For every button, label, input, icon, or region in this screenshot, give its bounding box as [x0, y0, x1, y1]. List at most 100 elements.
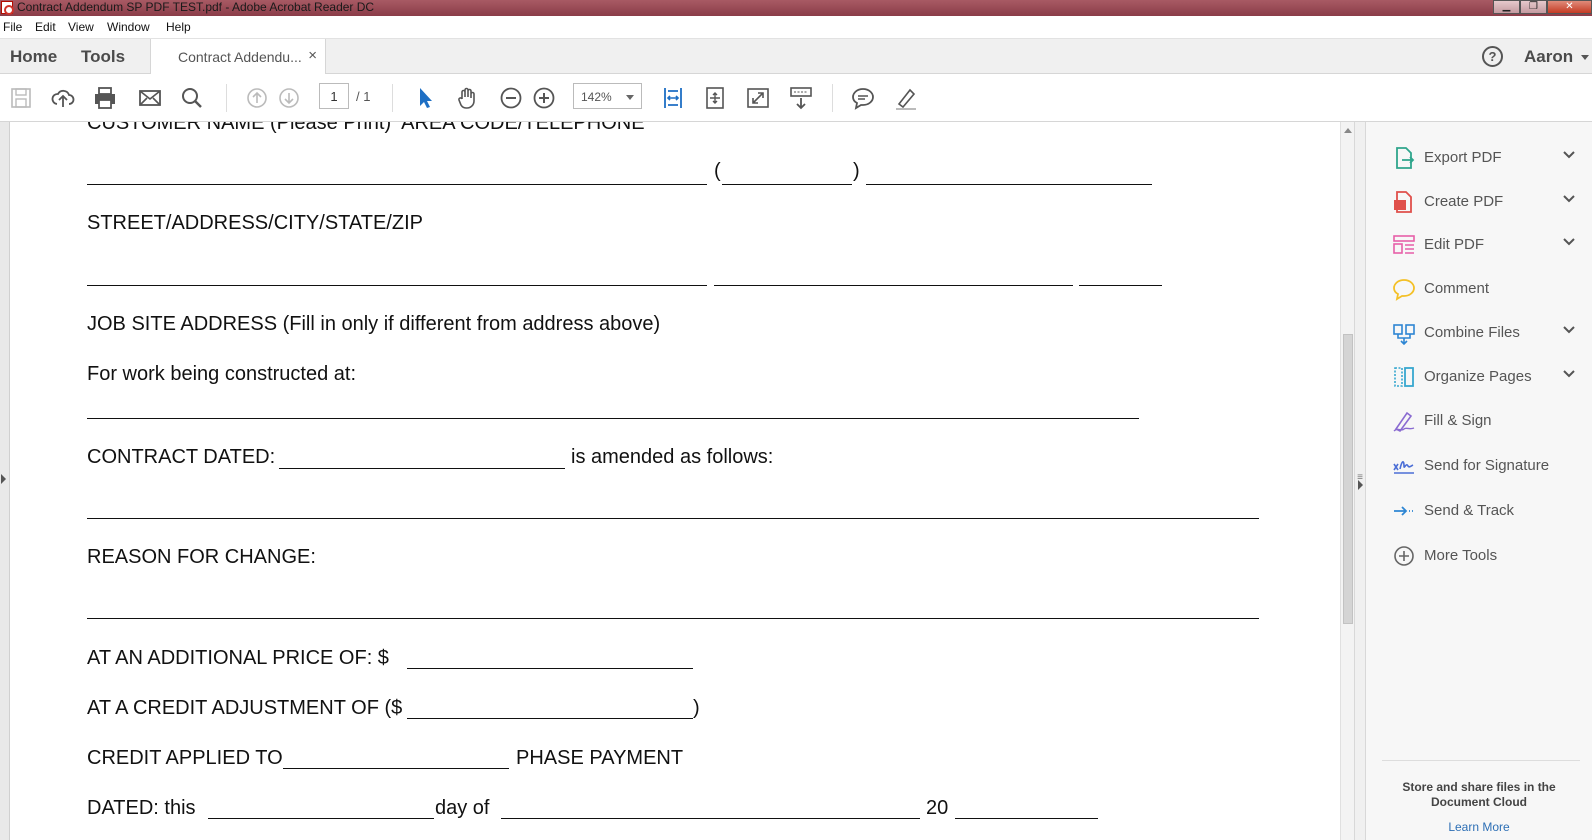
chevron-down-icon[interactable] [1562, 369, 1576, 379]
tool-export-pdf[interactable]: Export PDF [1366, 138, 1592, 178]
chevron-down-icon[interactable] [1581, 55, 1589, 60]
upload-cloud-icon[interactable] [50, 85, 76, 111]
scrolling-mode-icon[interactable] [788, 85, 814, 111]
chevron-down-icon[interactable] [1562, 325, 1576, 335]
acrobat-app-icon [1, 1, 14, 15]
amended-label: is amended as follows: [571, 446, 774, 468]
learn-more-link[interactable]: Learn More [1386, 820, 1572, 834]
additional-price-field[interactable] [407, 668, 693, 669]
contract-dated-label: CONTRACT DATED: [87, 446, 276, 468]
day-of-label: day of [435, 797, 490, 819]
toolbar: / 1 142% [0, 74, 1592, 122]
window-title: Contract Addendum SP PDF TEST.pdf - Adob… [17, 0, 375, 14]
area-code-field[interactable] [722, 184, 852, 185]
credit-close-paren: ) [693, 697, 700, 719]
print-icon[interactable] [92, 85, 118, 111]
comment-tool-icon[interactable] [850, 85, 876, 111]
credit-applied-label: CREDIT APPLIED TO [87, 747, 283, 769]
menu-window[interactable]: Window [107, 20, 150, 34]
scroll-up-icon[interactable] [1344, 128, 1352, 133]
contract-date-field[interactable] [279, 468, 565, 469]
document-view[interactable]: CUSTOMER NAME (Please Print) AREA CODE/T… [0, 122, 1366, 840]
tool-send-for-signature[interactable]: Send for Signature [1366, 446, 1592, 486]
previous-page-icon[interactable] [244, 85, 270, 111]
reason-for-change-field[interactable] [87, 618, 1259, 619]
tool-more-tools[interactable]: More Tools [1366, 536, 1592, 576]
pane-separator [1382, 760, 1580, 761]
chevron-down-icon [626, 95, 634, 100]
menu-bar: File Edit View Window Help [0, 16, 1592, 38]
menu-edit[interactable]: Edit [35, 20, 56, 34]
toolbar-separator [392, 84, 393, 112]
amendment-field[interactable] [87, 518, 1259, 519]
fill-sign-icon [1393, 411, 1415, 433]
city-state-field[interactable] [714, 285, 1073, 286]
full-screen-icon[interactable] [745, 85, 771, 111]
tab-document[interactable]: Contract Addendu... × [150, 39, 326, 75]
hand-tool-icon[interactable] [455, 85, 481, 111]
credit-applied-field[interactable] [283, 768, 509, 769]
telephone-field[interactable] [866, 184, 1152, 185]
chevron-down-icon[interactable] [1562, 194, 1576, 204]
send-track-icon [1394, 506, 1413, 516]
credit-adjustment-label: AT A CREDIT ADJUSTMENT OF ($ [87, 697, 403, 719]
tool-combine-files[interactable]: Combine Files [1366, 313, 1592, 353]
tool-label: Send for Signature [1424, 457, 1550, 474]
close-tab-icon[interactable]: × [308, 47, 317, 64]
zoom-level-dropdown[interactable]: 142% [573, 83, 642, 109]
zoom-in-icon[interactable] [531, 85, 557, 111]
menu-file[interactable]: File [3, 20, 22, 34]
chevron-down-icon[interactable] [1562, 237, 1576, 247]
tool-organize-pages[interactable]: Organize Pages [1366, 357, 1592, 397]
fit-page-icon[interactable] [660, 85, 686, 111]
pane-splitter[interactable]: ≡ [1354, 122, 1366, 840]
credit-adjustment-field[interactable] [407, 718, 693, 719]
tab-bar: Home Tools Contract Addendu... × ? Aaron [0, 38, 1592, 75]
next-page-icon[interactable] [276, 85, 302, 111]
customer-name-label: CUSTOMER NAME (Please Print) AREA CODE/T… [87, 122, 645, 134]
window-title-bar: Contract Addendum SP PDF TEST.pdf - Adob… [0, 0, 1592, 16]
chevron-down-icon[interactable] [1562, 150, 1576, 160]
tool-create-pdf[interactable]: Create PDF [1366, 182, 1592, 222]
help-icon[interactable]: ? [1482, 46, 1503, 67]
maximize-button[interactable]: ❐ [1520, 0, 1547, 14]
page-number-input[interactable] [319, 83, 349, 109]
menu-view[interactable]: View [68, 20, 94, 34]
highlight-pen-icon[interactable] [893, 85, 919, 111]
minimize-button[interactable]: ▁ [1493, 0, 1520, 14]
menu-help[interactable]: Help [166, 20, 191, 34]
save-icon[interactable] [8, 85, 34, 111]
close-window-button[interactable]: ✕ [1547, 0, 1592, 14]
zip-field[interactable] [1079, 285, 1162, 286]
email-icon[interactable] [137, 85, 163, 111]
customer-name-field[interactable] [87, 184, 707, 185]
vertical-scrollbar[interactable] [1340, 122, 1354, 840]
dated-this-label: DATED: this [87, 797, 196, 819]
organize-pages-icon [1394, 367, 1414, 387]
street-address-field[interactable] [87, 285, 707, 286]
user-account[interactable]: Aaron [1524, 47, 1573, 67]
tool-label: Send & Track [1424, 502, 1515, 519]
tool-comment[interactable]: Comment [1366, 269, 1592, 309]
zoom-out-icon[interactable] [498, 85, 524, 111]
day-field[interactable] [208, 818, 434, 819]
expand-left-panel-icon[interactable] [1, 474, 6, 484]
tool-fill-sign[interactable]: Fill & Sign [1366, 401, 1592, 441]
select-cursor-icon[interactable] [412, 85, 438, 111]
edit-pdf-icon [1393, 235, 1415, 254]
collapse-right-pane-icon[interactable] [1358, 480, 1363, 490]
job-site-address-label: JOB SITE ADDRESS (Fill in only if differ… [87, 313, 661, 335]
year-field[interactable] [955, 818, 1098, 819]
tab-home[interactable]: Home [10, 47, 57, 67]
tool-send-track[interactable]: Send & Track [1366, 491, 1592, 531]
additional-price-label: AT AN ADDITIONAL PRICE OF: $ [87, 647, 389, 669]
scrollbar-thumb[interactable] [1343, 334, 1353, 624]
more-tools-icon [1394, 546, 1414, 566]
tab-tools[interactable]: Tools [81, 47, 125, 67]
tool-label: Organize Pages [1424, 368, 1532, 385]
month-field[interactable] [501, 818, 920, 819]
rotate-view-icon[interactable] [702, 85, 728, 111]
job-site-address-field[interactable] [87, 418, 1139, 419]
tool-edit-pdf[interactable]: Edit PDF [1366, 225, 1592, 265]
search-icon[interactable] [179, 85, 205, 111]
